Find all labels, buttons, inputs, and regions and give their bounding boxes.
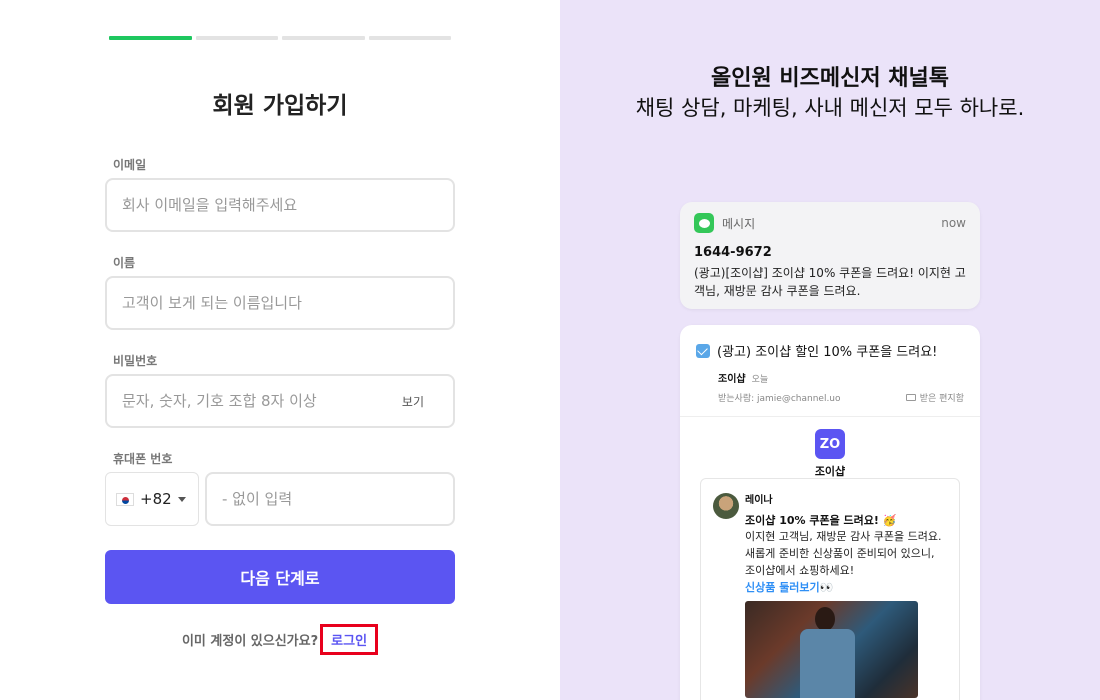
country-code-select[interactable]: +82 bbox=[105, 472, 199, 526]
signup-panel: 회원 가입하기 이메일 이름 비밀번호 보기 휴대폰 번호 +82 다음 단계로… bbox=[0, 0, 560, 700]
email-header: (광고) 조이샵 할인 10% 쿠폰을 드려요! 조이샵 오늘 받는사람: jam… bbox=[680, 325, 980, 417]
mail-icon bbox=[696, 343, 710, 358]
page-title: 회원 가입하기 bbox=[212, 93, 348, 119]
message-body: 이지현 고객님, 재방문 감사 쿠폰을 드려요. 새롭게 준비한 신상품이 준비… bbox=[745, 530, 942, 577]
email-folder: 받은 편지함 bbox=[905, 391, 964, 404]
email-date: 오늘 bbox=[751, 375, 769, 385]
message-link[interactable]: 신상품 둘러보기👀 bbox=[745, 579, 947, 595]
phone-label: 휴대폰 번호 bbox=[113, 452, 173, 466]
promo-panel: 올인원 비즈메신저 채널톡 채팅 상담, 마케팅, 사내 메신저 모두 하나로.… bbox=[560, 0, 1100, 700]
product-photo bbox=[745, 601, 918, 698]
progress-step-4 bbox=[368, 36, 451, 40]
brand-logo: ZO bbox=[815, 429, 845, 459]
step-progress-bar bbox=[109, 36, 451, 40]
login-prompt-row: 이미 계정이 있으신가요? 로그인 bbox=[105, 624, 455, 655]
next-step-button[interactable]: 다음 단계로 bbox=[105, 550, 455, 604]
progress-step-3 bbox=[282, 36, 365, 40]
email-folder-label: 받은 편지함 bbox=[919, 394, 964, 404]
email-field[interactable] bbox=[122, 196, 438, 214]
progress-step-2 bbox=[195, 36, 278, 40]
email-recipient: 받는사람: jamie@channel.uo bbox=[718, 394, 841, 404]
sms-sender: 1644-9672 bbox=[694, 245, 772, 260]
name-field-box[interactable] bbox=[105, 276, 455, 330]
email-subject: (광고) 조이샵 할인 10% 쿠폰을 드려요! bbox=[717, 345, 938, 360]
sms-time: now bbox=[941, 216, 966, 230]
email-subject-row: (광고) 조이샵 할인 10% 쿠폰을 드려요! bbox=[696, 341, 964, 360]
sms-notification-header: 메시지 now bbox=[694, 213, 966, 233]
email-label: 이메일 bbox=[113, 158, 147, 172]
name-field[interactable] bbox=[122, 294, 438, 312]
email-message-bubble: 레이나 조이샵 10% 쿠폰을 드려요! 🥳 이지현 고객님, 재방문 감사 쿠… bbox=[700, 478, 960, 700]
message-headline: 조이샵 10% 쿠폰을 드려요! 🥳 bbox=[745, 514, 897, 527]
password-field-box[interactable]: 보기 bbox=[105, 374, 455, 428]
avatar bbox=[713, 493, 739, 519]
email-sender-row: 조이샵 오늘 bbox=[718, 370, 964, 385]
chevron-down-icon bbox=[177, 496, 186, 502]
folder-icon bbox=[905, 394, 916, 401]
email-field-box[interactable] bbox=[105, 178, 455, 232]
message-author: 레이나 bbox=[745, 495, 773, 506]
promo-subtitle: 채팅 상담, 마케팅, 사내 메신저 모두 하나로. bbox=[635, 96, 1025, 120]
password-field[interactable] bbox=[122, 392, 394, 410]
country-code: +82 bbox=[140, 490, 172, 508]
email-sender: 조이샵 bbox=[718, 374, 746, 385]
login-prompt-text: 이미 계정이 있으신가요? bbox=[181, 634, 319, 649]
show-password-button[interactable]: 보기 bbox=[402, 393, 424, 410]
sms-body: (광고)[조이샵] 조이샵 10% 쿠폰을 드려요! 이지현 고객님, 재방문 … bbox=[694, 266, 966, 298]
login-link[interactable]: 로그인 bbox=[320, 624, 379, 655]
promo-title: 올인원 비즈메신저 채널톡 bbox=[711, 66, 949, 91]
messages-app-icon bbox=[694, 213, 714, 233]
phone-row: +82 bbox=[105, 472, 455, 526]
progress-step-1 bbox=[109, 36, 192, 40]
korea-flag-icon bbox=[116, 492, 134, 506]
email-preview-card: (광고) 조이샵 할인 10% 쿠폰을 드려요! 조이샵 오늘 받는사람: jam… bbox=[680, 325, 980, 700]
sms-notification-card: 메시지 now 1644-9672 (광고)[조이샵] 조이샵 10% 쿠폰을 … bbox=[680, 202, 980, 309]
phone-field[interactable] bbox=[222, 490, 438, 508]
password-label: 비밀번호 bbox=[113, 354, 158, 368]
sms-app-name: 메시지 bbox=[722, 216, 756, 231]
phone-field-box[interactable] bbox=[205, 472, 455, 526]
brand-name: 조이샵 bbox=[814, 465, 846, 478]
brand-header: ZO 조이샵 bbox=[680, 429, 980, 479]
email-meta-row: 받는사람: jamie@channel.uo 받은 편지함 bbox=[718, 391, 964, 404]
name-label: 이름 bbox=[113, 256, 136, 270]
